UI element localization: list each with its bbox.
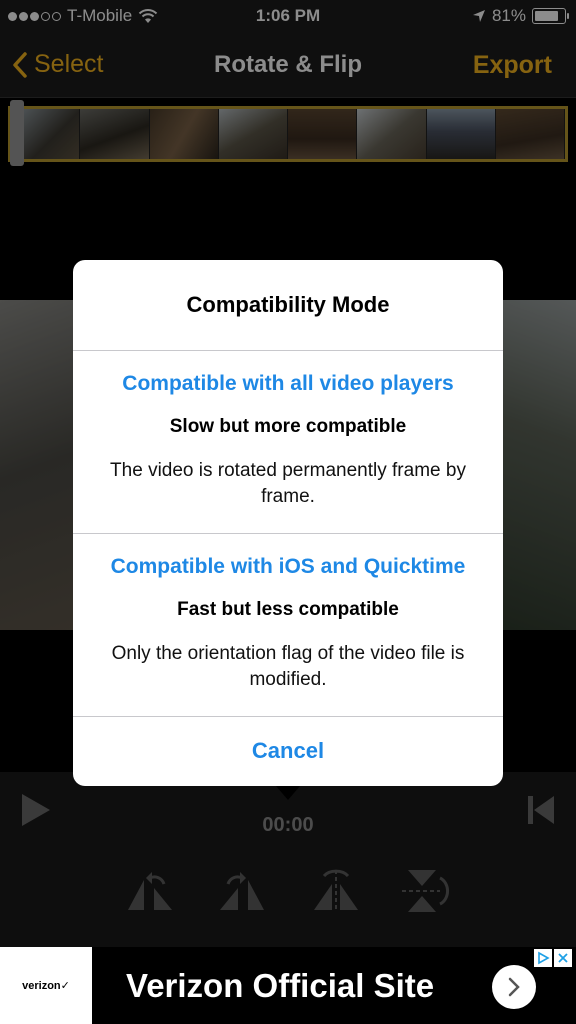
option-all-players[interactable]: Compatible with all video players Slow b… <box>73 351 503 534</box>
option-ios-quicktime[interactable]: Compatible with iOS and Quicktime Fast b… <box>73 534 503 717</box>
option-title: Compatible with all video players <box>122 372 454 395</box>
ad-info-icon[interactable] <box>534 949 552 967</box>
ad-banner[interactable]: verizon✓ Verizon Official Site <box>0 947 576 1024</box>
ad-brand-logo: verizon✓ <box>0 947 92 1024</box>
option-subtitle: Fast but less compatible <box>177 599 399 620</box>
compatibility-dialog: Compatibility Mode Compatible with all v… <box>73 260 503 786</box>
ad-headline: Verizon Official Site <box>126 967 435 1004</box>
chevron-right-icon <box>508 977 520 997</box>
option-title: Compatible with iOS and Quicktime <box>110 555 466 578</box>
cancel-button[interactable]: Cancel <box>73 717 503 785</box>
option-subtitle: Slow but more compatible <box>169 416 407 437</box>
ad-choices[interactable] <box>534 949 572 967</box>
option-description: Only the orientation flag of the video f… <box>111 643 465 690</box>
ad-arrow-button[interactable] <box>492 965 536 1009</box>
dialog-title: Compatibility Mode <box>73 260 503 351</box>
option-description: The video is rotated permanently frame b… <box>110 460 466 507</box>
ad-close-icon[interactable] <box>554 949 572 967</box>
